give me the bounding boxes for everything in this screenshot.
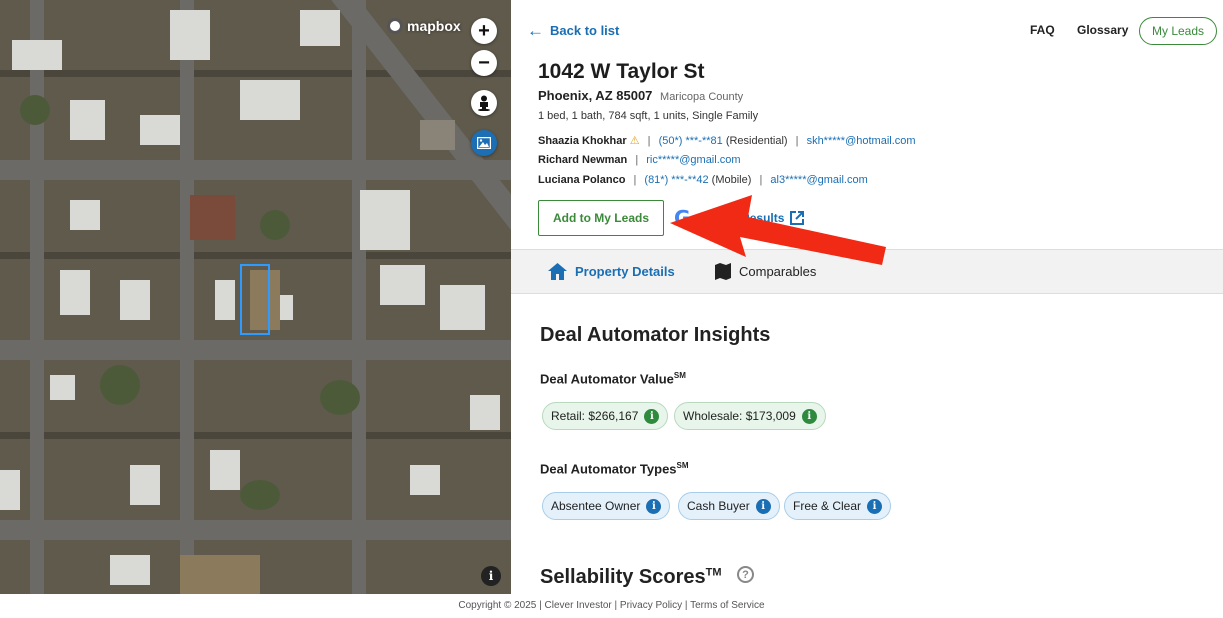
map-road: [352, 0, 366, 594]
type-chip-absentee-owner: Absentee Owner i: [542, 492, 671, 520]
city-line: Phoenix, AZ 85007 Maricopa County: [538, 88, 743, 103]
map-view[interactable]: mapbox + − i: [0, 0, 511, 594]
house-icon: [548, 263, 567, 280]
map-alley: [0, 252, 511, 259]
my-leads-button[interactable]: My Leads: [1139, 17, 1217, 45]
arrow-left-icon: ←: [527, 21, 544, 40]
type-chip-cash-buyer: Cash Buyer i: [678, 492, 780, 520]
back-to-list-link[interactable]: ← Back to list: [527, 22, 619, 39]
owner-email[interactable]: skh*****@hotmail.com: [807, 135, 916, 147]
map-alley: [0, 432, 511, 439]
owner-email[interactable]: ric*****@gmail.com: [646, 154, 740, 166]
glossary-link[interactable]: Glossary: [1077, 23, 1128, 37]
satellite-toggle-button[interactable]: [471, 130, 497, 156]
property-address: 1042 W Taylor St: [538, 60, 705, 83]
phone-type: (Mobile): [711, 174, 752, 186]
footer: Copyright © 2025 | Clever Investor | Pri…: [0, 594, 1223, 618]
owner-email[interactable]: al3*****@gmail.com: [770, 174, 867, 186]
info-icon[interactable]: i: [755, 498, 771, 514]
tab-property-details[interactable]: Property Details: [548, 263, 675, 280]
back-label: Back to list: [550, 23, 620, 38]
retail-value: Retail: $266,167: [551, 409, 639, 423]
map-info-icon[interactable]: i: [481, 566, 501, 586]
info-icon[interactable]: i: [801, 408, 817, 424]
map-road: [0, 160, 511, 180]
retail-value-chip: Retail: $266,167 i: [542, 402, 669, 430]
info-icon[interactable]: i: [644, 408, 660, 424]
owner-row: Luciana Polanco | (81*) ***-**42 (Mobile…: [538, 174, 868, 186]
insights-title: Deal Automator Insights: [540, 324, 771, 346]
type-chip-free-clear: Free & Clear i: [784, 492, 892, 520]
mapbox-icon: [387, 18, 403, 34]
owner-name: Shaazia Khokhar: [538, 135, 627, 147]
wholesale-value-chip: Wholesale: $173,009 i: [674, 402, 826, 430]
wholesale-value: Wholesale: $173,009: [683, 409, 796, 423]
add-to-my-leads-button[interactable]: Add to My Leads: [538, 200, 664, 236]
map-road: [0, 520, 511, 540]
property-detail-panel: ← Back to list FAQ Glossary My Leads 104…: [511, 0, 1223, 594]
owner-phone[interactable]: (81*) ***-**42: [644, 174, 708, 186]
map-road: [180, 0, 194, 594]
owner-row: Richard Newman | ric*****@gmail.com: [538, 154, 741, 166]
image-icon: [477, 137, 491, 149]
info-icon[interactable]: i: [646, 498, 662, 514]
property-specs: 1 bed, 1 bath, 784 sqft, 1 units, Single…: [538, 110, 759, 122]
types-section-label: Deal Automator TypesSM: [540, 461, 689, 477]
zoom-out-button[interactable]: −: [471, 50, 497, 76]
type-label: Cash Buyer: [687, 499, 750, 513]
info-icon[interactable]: i: [867, 498, 883, 514]
type-label: Free & Clear: [793, 499, 862, 513]
person-pin-icon: [478, 95, 490, 111]
mapbox-logo: mapbox: [387, 18, 461, 34]
city-state-zip: Phoenix, AZ 85007: [538, 88, 653, 103]
county-name: Maricopa County: [660, 91, 744, 103]
sellability-title: Sellability ScoresTM: [540, 566, 722, 588]
owner-name: Luciana Polanco: [538, 174, 626, 186]
annotation-arrow-icon: [670, 195, 886, 265]
help-icon[interactable]: ?: [737, 566, 754, 583]
type-label: Absentee Owner: [551, 499, 641, 513]
street-view-button[interactable]: [471, 90, 497, 116]
map-road: [0, 340, 511, 360]
map-road: [30, 0, 44, 594]
owner-name: Richard Newman: [538, 154, 628, 166]
faq-link[interactable]: FAQ: [1030, 23, 1055, 37]
zoom-in-button[interactable]: +: [471, 18, 497, 44]
owner-row: Shaazia Khokhar ⚠ | (50*) ***-**81 (Resi…: [538, 135, 916, 147]
value-section-label: Deal Automator ValueSM: [540, 371, 686, 387]
warning-icon: ⚠: [629, 135, 640, 147]
top-bar: ← Back to list FAQ Glossary My Leads: [511, 0, 1223, 62]
selected-parcel[interactable]: [240, 264, 270, 335]
mapbox-text: mapbox: [407, 18, 461, 34]
owner-phone[interactable]: (50*) ***-**81: [659, 135, 723, 147]
phone-type: (Residential): [725, 135, 788, 147]
map-alley: [0, 70, 511, 77]
